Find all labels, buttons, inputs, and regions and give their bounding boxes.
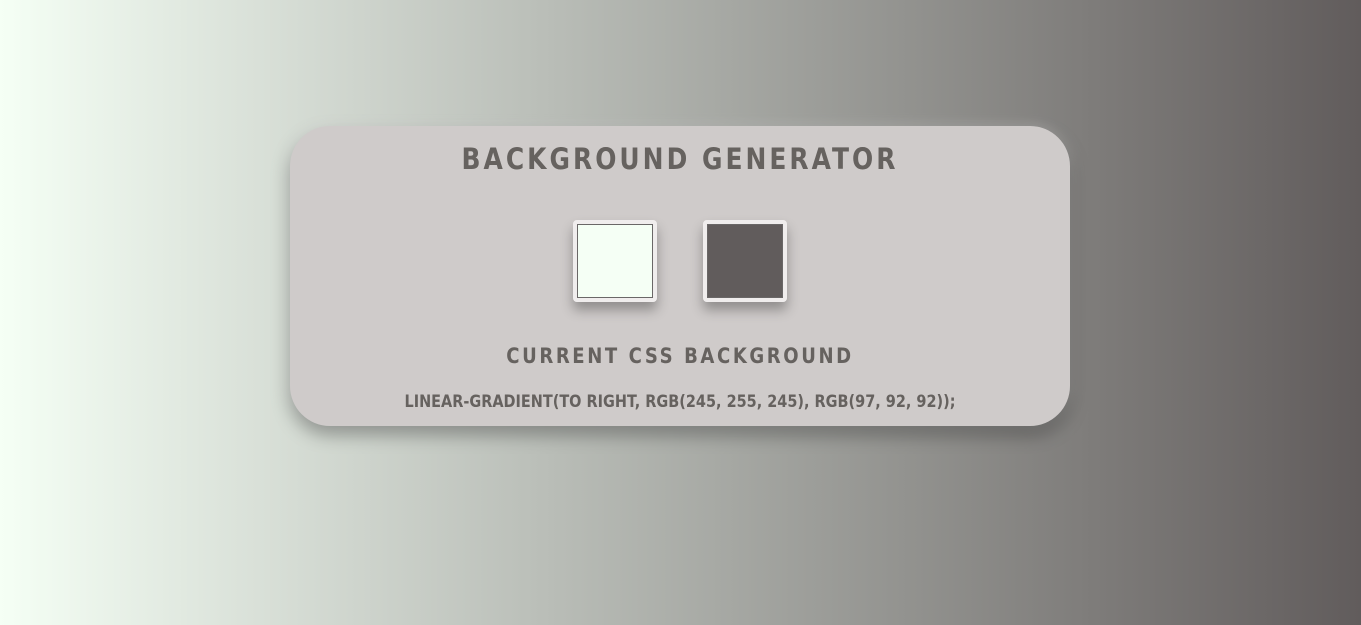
page-title: BACKGROUND GENERATOR — [461, 142, 899, 176]
color-swatch-1 — [577, 224, 653, 298]
css-background-text: LINEAR-GRADIENT(TO RIGHT, RGB(245, 255, … — [404, 392, 956, 412]
current-css-heading: CURRENT CSS BACKGROUND — [506, 344, 854, 368]
color-swatch-2 — [707, 224, 783, 298]
color-picker-2[interactable] — [703, 220, 787, 302]
generator-card: BACKGROUND GENERATOR CURRENT CSS BACKGRO… — [290, 126, 1070, 426]
color-picker-1[interactable] — [573, 220, 657, 302]
